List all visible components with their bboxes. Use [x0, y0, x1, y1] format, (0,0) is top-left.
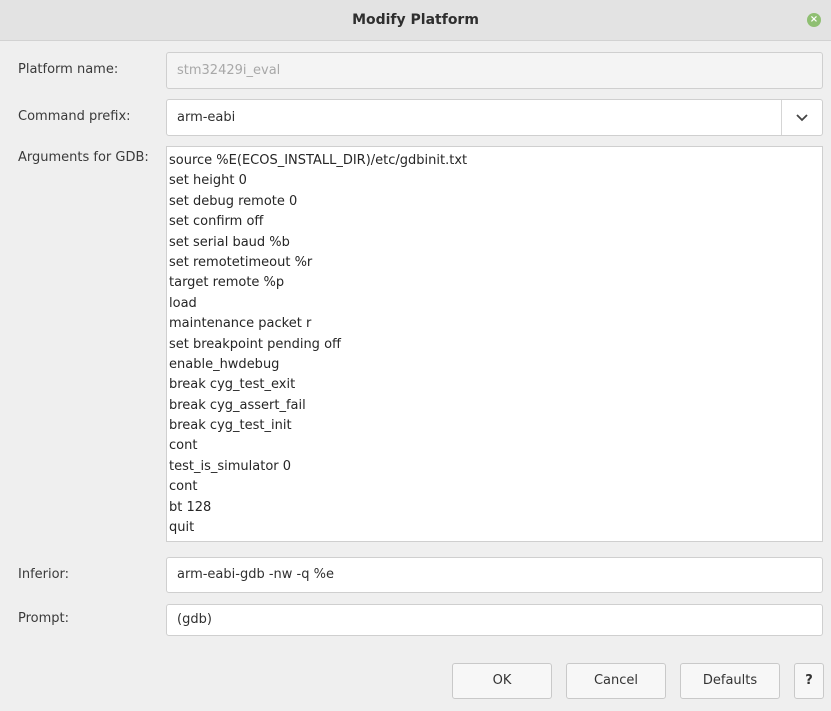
gdb-args-line: set confirm off: [169, 214, 264, 230]
gdb-args-line: break cyg_assert_fail: [169, 397, 306, 413]
title-bar: Modify Platform ×: [0, 0, 831, 41]
gdb-args-label: Arguments for GDB:: [18, 150, 149, 165]
gdb-args-line: enable_hwdebug: [169, 356, 280, 372]
gdb-args-line: set breakpoint pending off: [169, 336, 341, 352]
gdb-args-line: cont: [169, 479, 198, 495]
platform-name-field: stm32429i_eval: [166, 52, 823, 89]
prompt-label: Prompt:: [18, 611, 70, 626]
gdb-args-line: break cyg_test_init: [169, 418, 292, 434]
gdb-args-textarea[interactable]: source %E(ECOS_INSTALL_DIR)/etc/gdbinit.…: [166, 146, 823, 542]
command-prefix-value: arm-eabi: [177, 110, 236, 125]
gdb-args-line: set height 0: [169, 173, 247, 189]
command-prefix-combobox[interactable]: arm-eabi: [166, 99, 823, 136]
defaults-button[interactable]: Defaults: [680, 663, 780, 699]
gdb-args-line: load: [169, 295, 197, 311]
cancel-button[interactable]: Cancel: [566, 663, 666, 699]
ok-button[interactable]: OK: [452, 663, 552, 699]
inferior-field[interactable]: arm-eabi-gdb -nw -q %e: [166, 557, 823, 593]
window-title: Modify Platform: [352, 12, 479, 28]
gdb-args-line: target remote %p: [169, 275, 285, 291]
chevron-down-icon: [796, 113, 808, 121]
gdb-args-line: quit: [169, 520, 195, 536]
gdb-args-line: maintenance packet r: [169, 316, 312, 332]
platform-name-label: Platform name:: [18, 62, 119, 77]
inferior-label: Inferior:: [18, 567, 70, 582]
gdb-args-line: source %E(ECOS_INSTALL_DIR)/etc/gdbinit.…: [169, 153, 468, 168]
gdb-args-line: test_is_simulator 0: [169, 458, 292, 474]
gdb-args-line: break cyg_test_exit: [169, 377, 296, 393]
command-prefix-dropdown-button[interactable]: [781, 100, 822, 135]
gdb-args-line: set remotetimeout %r: [169, 254, 313, 270]
prompt-field[interactable]: (gdb): [166, 604, 823, 636]
gdb-args-line: set serial baud %b: [169, 234, 290, 250]
gdb-args-line: set debug remote 0: [169, 193, 298, 209]
command-prefix-label: Command prefix:: [18, 109, 131, 124]
close-icon[interactable]: ×: [807, 13, 821, 27]
help-button[interactable]: ?: [794, 663, 824, 699]
gdb-args-line: cont: [169, 438, 198, 454]
gdb-args-line: bt 128: [169, 499, 212, 515]
